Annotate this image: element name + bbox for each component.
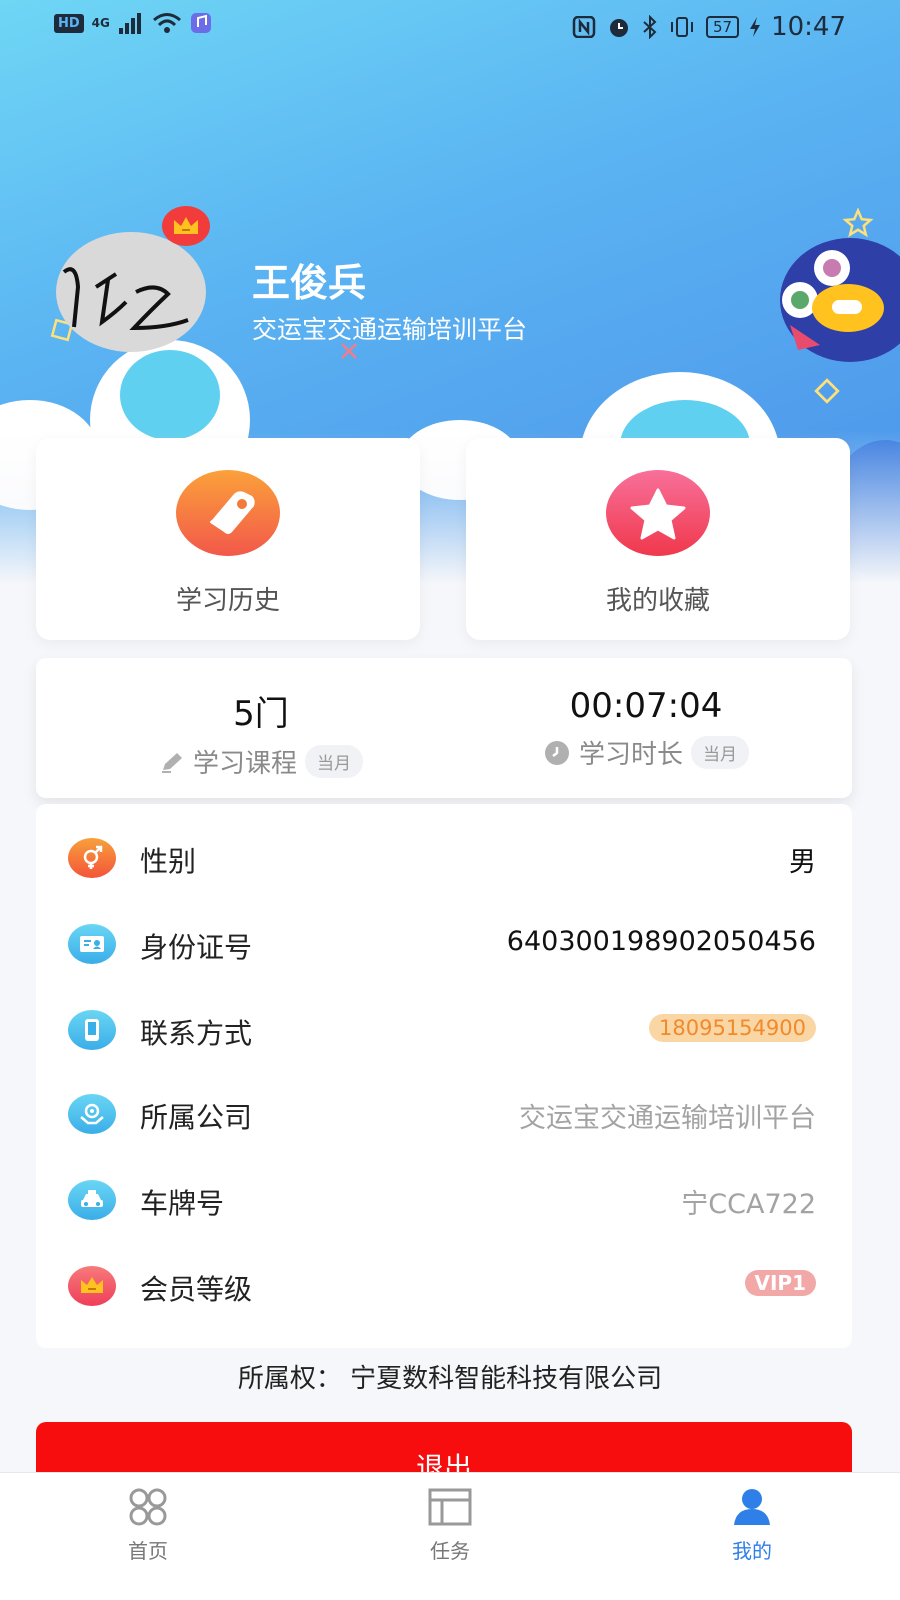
duration-value: 00:07:04 [569,686,723,726]
avatar[interactable] [56,232,206,352]
company-row[interactable]: 所属公司 交运宝交通运输培训平台 [36,1084,852,1144]
gender-label: 性别 [140,845,197,878]
music-app-icon [190,13,211,33]
status-right: 57 10:47 [572,12,846,42]
wifi-icon [152,13,181,33]
id-number-value: 640300198902050456 [506,926,816,957]
contact-row[interactable]: 联系方式 18095154900 [36,1000,852,1060]
duration-label: 学习时长 [578,740,683,770]
favorites-card[interactable]: 我的收藏 [466,438,850,640]
signature-image [62,267,189,331]
membership-label: 会员等级 [140,1273,253,1306]
vibrate-icon [670,17,693,37]
nav-mine[interactable]: 我的 [692,1487,812,1564]
copyright-text: 所属权： 宁夏数科智能科技有限公司 [237,1364,663,1394]
star-decoration [842,208,874,238]
study-history-label: 学习历史 [175,586,280,616]
courses-label: 学习课程 [192,749,297,779]
company-icon [68,1094,116,1134]
id-card-icon [68,924,116,964]
courses-stat[interactable]: 5门 学习课程 当月 [116,686,406,780]
gender-value: 男 [789,847,816,878]
gender-row[interactable]: 性别 男 [36,828,852,888]
bluetooth-icon [643,15,657,39]
company-value: 交运宝交通运输培训平台 [519,1103,816,1134]
contact-label: 联系方式 [140,1017,253,1050]
hd-badge: HD [54,13,84,33]
user-name: 王俊兵 [252,261,367,305]
profile-info-list: 性别 男 身份证号 640300198902050456 联系方式 180951… [36,804,852,1348]
charging-icon [750,17,761,37]
alarm-icon [609,19,628,37]
network-type: 4G [91,16,110,30]
nfc-icon [572,16,596,38]
favorites-label: 我的收藏 [605,586,710,616]
membership-row[interactable]: 会员等级 VIP1 [36,1256,852,1316]
crown-icon [68,1266,116,1306]
duration-stat[interactable]: 00:07:04 学习时长 当月 [516,686,776,771]
status-left: HD 4G [54,12,212,34]
nav-tasks[interactable]: 任务 [390,1487,510,1564]
pencil-icon [161,752,182,773]
task-icon [428,1488,472,1526]
company-label: 所属公司 [140,1101,253,1134]
battery-indicator: 57 [705,16,740,38]
plate-label: 车牌号 [140,1187,225,1220]
courses-period-badge: 当月 [305,745,363,778]
car-icon [68,1180,116,1220]
plate-row[interactable]: 车牌号 宁CCA722 [36,1170,852,1230]
crown-icon [174,217,198,234]
gender-icon [68,838,116,878]
study-history-card[interactable]: 学习历史 [36,438,420,640]
duration-period-badge: 当月 [691,736,749,769]
phone-icon [68,1010,116,1050]
plate-value: 宁CCA722 [681,1189,816,1220]
courses-value: 5门 [233,694,289,734]
star-icon [606,470,710,556]
vip-crown-badge [162,206,210,246]
diamond-decoration [814,378,840,404]
id-number-row[interactable]: 身份证号 640300198902050456 [36,914,852,974]
home-grid-icon [129,1488,167,1526]
signal-icon [118,13,141,34]
clock-icon [544,740,569,765]
membership-value: VIP1 [744,1270,816,1296]
id-number-label: 身份证号 [140,931,253,964]
mascot-illustration [780,238,900,362]
study-stats-card: 5门 学习课程 当月 00:07:04 学习时长 当月 [36,658,852,798]
status-time: 10:47 [771,12,846,42]
status-bar: HD 4G 57 10:47 [0,0,900,52]
contact-value[interactable]: 18095154900 [649,1014,816,1042]
user-organization: 交运宝交通运输培训平台 [252,315,528,344]
nav-home[interactable]: 首页 [88,1487,208,1564]
nav-mine-label: 我的 [732,1539,772,1563]
tag-icon [176,470,280,556]
nav-home-label: 首页 [128,1539,168,1563]
nav-tasks-label: 任务 [430,1539,470,1563]
bottom-navigation: 首页 任务 我的 [0,1472,900,1600]
bubble-decoration [120,350,220,440]
user-icon [734,1489,770,1525]
